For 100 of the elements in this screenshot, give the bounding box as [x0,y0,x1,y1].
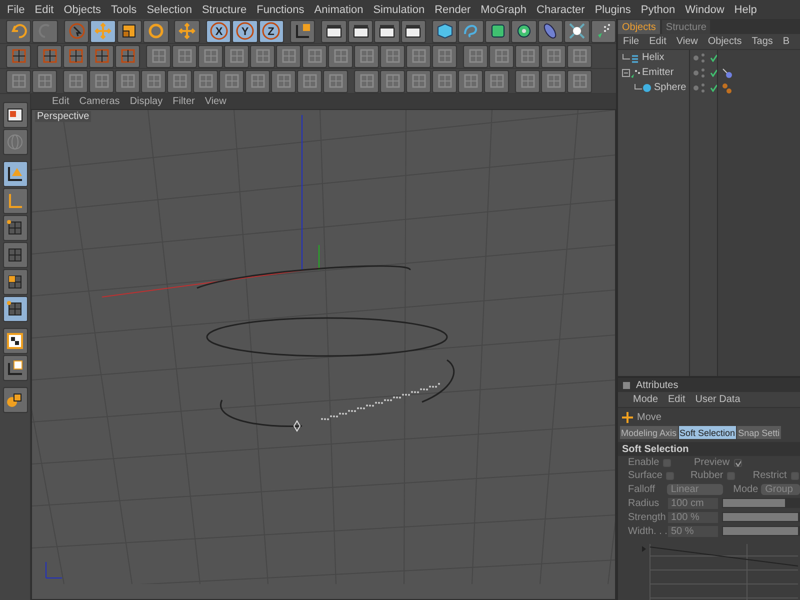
checkbox[interactable] [727,472,736,480]
tool-button[interactable] [290,20,316,42]
move-arrows-icon [178,22,196,40]
menu-item[interactable]: Edit [663,394,690,405]
tab[interactable]: Snap Setti [737,426,781,439]
viewport-label: Perspective [35,111,92,122]
menu-item[interactable]: Character [532,4,590,16]
menu-item[interactable]: Selection [142,4,197,16]
collapse-icon[interactable] [622,68,630,76]
move-arrows-icon [94,22,112,40]
scale-square-icon [120,22,138,40]
tool-button[interactable]: Y [232,20,258,42]
checkbox-label[interactable]: Surface [628,470,686,481]
menu-item[interactable]: Plugins [590,4,636,16]
checkbox-label[interactable]: Preview [694,457,756,468]
object-name[interactable]: Sphere [652,82,686,93]
tab[interactable]: Modeling Axis [620,426,678,439]
menu-item[interactable]: File [618,36,644,47]
checkbox[interactable] [734,458,742,466]
grid-tool-icon [68,73,84,89]
viewport[interactable]: Perspective [31,109,616,600]
checker-axis-icon [6,359,24,377]
visibility-dots-icon[interactable] [693,52,706,62]
checkbox-label[interactable]: Restrict [752,470,800,481]
grid-tool-icon [546,48,562,64]
section-title: Soft Selection [618,442,800,456]
menu-item[interactable]: Tools [106,4,142,16]
grid-tool-icon [280,48,296,64]
tool-button[interactable] [374,20,400,42]
tool-button[interactable] [2,387,28,413]
checkbox[interactable] [666,472,674,480]
object-name[interactable]: Emitter [640,67,674,78]
menu-item[interactable]: View [671,36,703,47]
menu-item[interactable]: Animation [309,4,368,16]
tool-button[interactable] [564,20,590,42]
menu-item[interactable]: Help [729,4,762,16]
object-name[interactable]: Helix [640,52,664,63]
menu-item[interactable]: Python [636,4,680,16]
menu-item[interactable]: Window [680,4,730,16]
tool-button[interactable] [321,20,347,42]
material-tag-icon [721,82,733,94]
menu-item[interactable]: Edit [47,96,74,107]
tab[interactable]: Objects [618,20,660,34]
grid-tool-icon [546,73,562,89]
checkbox[interactable] [790,472,799,480]
menu-item[interactable]: Functions [252,4,310,16]
menu-item[interactable]: View [200,96,232,107]
tool-button[interactable] [2,296,28,322]
cursor-icon [68,22,86,40]
menu-item[interactable]: Mode [628,394,664,405]
check-icon [734,458,741,466]
menu-item[interactable]: Objects [702,36,747,47]
menu-item[interactable]: MoGraph [476,4,532,16]
tool-button[interactable] [2,269,28,295]
checkbox-label[interactable]: Enable [628,457,690,468]
clapperboard-icon [404,22,422,40]
tool-button[interactable] [511,20,537,42]
menu-item[interactable]: Render [430,4,476,16]
menu-item[interactable]: Edit [30,4,59,16]
menu-item[interactable]: Simulation [368,4,430,16]
grid-tool-icon [120,73,136,89]
checkbox[interactable] [663,458,672,466]
tool-button[interactable] [400,20,426,42]
checkbox-label[interactable]: Rubber [690,470,749,481]
tool-button[interactable] [2,355,28,381]
menu-item[interactable]: Display [124,96,168,107]
axis-lock-icon: X [210,22,228,40]
tool-button[interactable] [2,161,28,187]
tab[interactable]: Soft Selection [678,426,736,439]
grid-tool-icon [468,48,484,64]
slider[interactable] [722,498,800,508]
tool-button[interactable] [432,20,458,42]
visibility-dots-icon[interactable] [693,82,706,92]
tool-button[interactable]: Z [258,20,284,42]
menu-item[interactable]: Structure [196,4,252,16]
coordinate-cube-icon [294,22,312,40]
panel-handle-icon[interactable] [623,382,630,388]
menu-item[interactable]: Edit [644,36,672,47]
tool-button[interactable] [348,20,374,42]
tool-button[interactable]: X [206,20,232,42]
field-label: Radius [628,498,660,508]
tool-button[interactable] [2,102,28,128]
visibility-dots-icon[interactable] [693,68,706,78]
tool-button[interactable] [116,20,142,42]
menu-item[interactable]: File [2,4,30,16]
tab[interactable]: Structure [662,20,710,34]
menu-item[interactable]: Objects [58,4,106,16]
menu-item[interactable]: User Data [690,394,746,405]
grid-squares-icon [6,300,24,318]
tool-button[interactable] [2,328,28,354]
menu-item[interactable]: Tags [746,36,778,47]
cube-icon [436,22,454,40]
tool-button[interactable] [484,20,510,42]
grid-tool-icon [358,73,374,89]
menu-item[interactable]: B [778,36,795,47]
grid-squares-icon [6,273,24,291]
menu-item[interactable]: Cameras [74,96,125,107]
tool-button[interactable] [590,20,616,42]
menu-item[interactable]: Filter [168,96,200,107]
grid-tool-icon [462,73,478,89]
